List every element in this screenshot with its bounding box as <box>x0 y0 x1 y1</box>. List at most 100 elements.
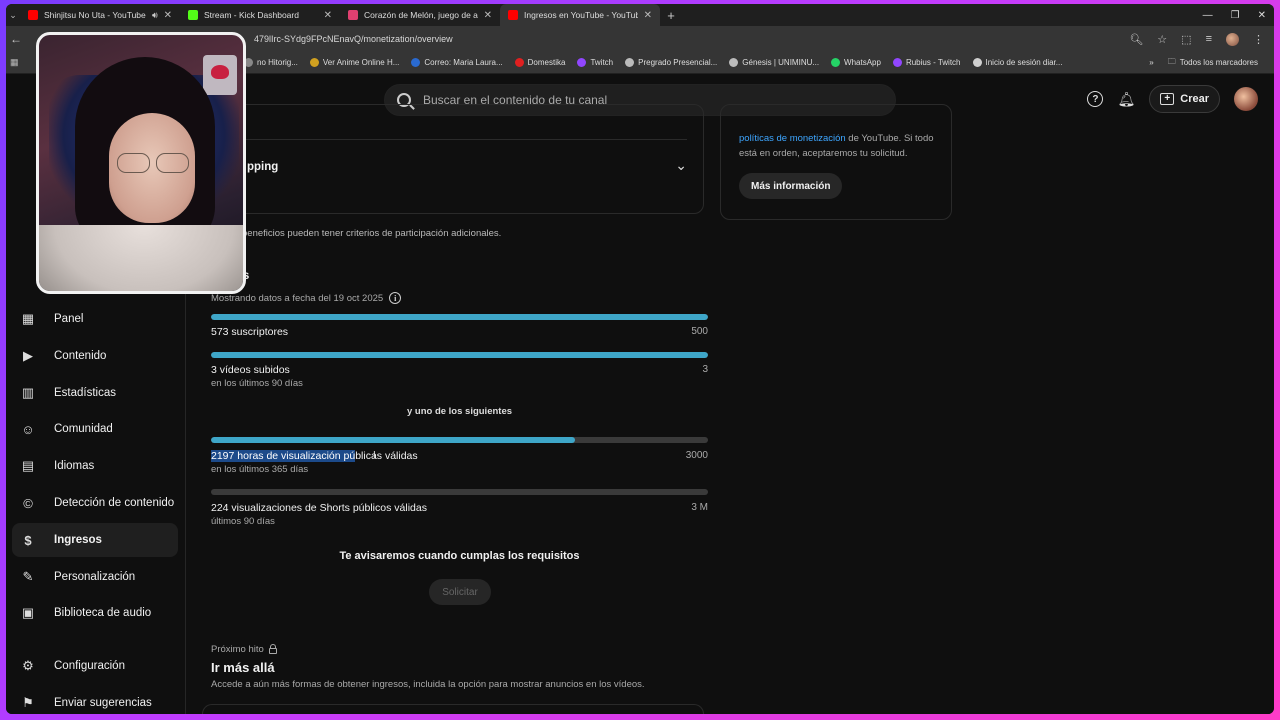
sidebar-item[interactable]: ▶ Contenido <box>12 339 178 373</box>
sidebar-item[interactable]: ⚑ Enviar sugerencias <box>12 686 178 714</box>
close-tab-icon[interactable]: ✕ <box>644 10 652 21</box>
bookmark-item[interactable]: no Hitorig... <box>244 58 298 67</box>
analytics-icon: ▥ <box>21 385 35 400</box>
videos-sub: en los últimos 90 días <box>211 378 303 389</box>
glasses <box>117 153 189 173</box>
sidebar-item-label: Enviar sugerencias <box>54 697 152 709</box>
bookmark-item[interactable]: Correo: Maria Laura... <box>411 58 503 67</box>
speaker-icon[interactable]: 🔊︎ <box>152 10 158 21</box>
notifications-bell-icon[interactable]: 🔔︎ <box>1117 91 1135 108</box>
browser-tab[interactable]: Corazón de Melón, juego de ar ✕ <box>340 4 500 26</box>
or-one-of-following: y uno de los siguientes <box>406 406 513 417</box>
bookmark-item[interactable]: Twitch <box>577 58 613 67</box>
all-bookmarks-label: Todos los marcadores <box>1179 58 1258 67</box>
media-control-icon[interactable]: ≡ <box>1206 33 1212 45</box>
bookmark-label: Pregrado Presencial... <box>638 58 718 67</box>
bookmark-favicon-icon <box>625 58 635 67</box>
bookmark-item[interactable]: Inicio de sesión diar... <box>972 58 1063 67</box>
sidebar-item[interactable]: ▤ Idiomas <box>12 449 178 483</box>
more-bookmarks-icon[interactable]: » <box>1149 58 1153 67</box>
restore-icon[interactable]: ❐ <box>1231 10 1240 21</box>
sidebar-item[interactable]: ▣ Biblioteca de audio <box>12 596 178 630</box>
sidebar-item[interactable]: ☺ Comunidad <box>12 412 178 446</box>
extensions-icon[interactable]: ⬚ <box>1181 33 1191 46</box>
sidebar-item-label: Idiomas <box>54 460 95 472</box>
monetization-policies-link[interactable]: políticas de monetización <box>739 133 846 144</box>
sidebar-item[interactable]: ✎ Personalización <box>12 560 178 594</box>
sidebar-item[interactable]: ▦ Panel <box>12 302 178 336</box>
help-icon[interactable]: ? <box>1087 91 1104 107</box>
customization-icon: ✎ <box>22 569 34 584</box>
browser-tab[interactable]: Stream - Kick Dashboard ✕ <box>180 4 340 26</box>
browser-tab-strip: ⌄ Shinjitsu No Uta - YouTube 🔊︎ ✕ Stream - … <box>6 4 1274 26</box>
sidebar-item[interactable]: $ Ingresos <box>12 523 178 557</box>
screen: ⌄ Shinjitsu No Uta - YouTube 🔊︎ ✕ Stream - … <box>6 4 1274 714</box>
tab-title: Shinjitsu No Uta - YouTube <box>44 10 146 20</box>
sidebar-item[interactable]: ⚙ Configuración <box>12 649 178 683</box>
more-info-button[interactable]: Más información <box>739 173 843 199</box>
card-divider <box>219 139 687 140</box>
progress-bar-watch-hours <box>211 437 708 443</box>
bookmark-label: WhatsApp <box>844 58 881 67</box>
url-field[interactable]: 479lIrc-SYdg9FPcNEnavQ/monetization/over… <box>254 34 453 44</box>
close-window-icon[interactable]: ✕ <box>1258 10 1266 21</box>
sidebar-item-label: Biblioteca de audio <box>54 607 152 619</box>
create-button[interactable]: + Crear <box>1149 85 1220 113</box>
close-tab-icon[interactable]: ✕ <box>484 10 492 21</box>
close-tab-icon[interactable]: ✕ <box>164 10 172 21</box>
bookmark-favicon-icon <box>892 58 902 67</box>
bookmark-label: Inicio de sesión diar... <box>985 58 1063 67</box>
bookmark-item[interactable]: WhatsApp <box>831 58 881 67</box>
sidebar-item-label: Ingresos <box>54 534 102 546</box>
apps-grid-icon[interactable]: ▦ <box>10 57 24 68</box>
bookmark-item[interactable]: Génesis | UNIMINU... <box>729 58 819 67</box>
benefits-note: beneficios pueden tener criterios de par… <box>242 228 502 239</box>
info-card-text-1: de YouTube. Si todo <box>845 133 934 144</box>
bookmark-item[interactable]: Rubius - Twitch <box>892 58 961 67</box>
person-shirt <box>39 225 243 291</box>
bookmark-label: Ver Anime Online H... <box>322 58 400 67</box>
tab-search-chevron-icon[interactable]: ⌄ <box>6 10 20 21</box>
tab-favicon-icon <box>348 10 358 20</box>
bookmark-star-icon[interactable]: ☆ <box>1157 33 1167 46</box>
subscribers-target: 500 <box>691 326 708 337</box>
apply-button[interactable]: Solicitar <box>429 579 491 605</box>
chevron-down-icon[interactable]: ⌄ <box>675 157 687 174</box>
bookmarks-right: » 🗀 Todos los marcadores <box>1149 56 1270 70</box>
progress-fill <box>211 314 708 320</box>
sidebar-item[interactable]: © Detección de contenido <box>12 486 178 520</box>
info-card: políticas de monetización de YouTube. Si… <box>720 104 952 220</box>
back-arrow-icon[interactable]: ← <box>6 32 26 46</box>
channel-avatar[interactable] <box>1234 87 1258 111</box>
progress-bar-shorts-views <box>211 489 708 495</box>
bookmark-label: Rubius - Twitch <box>905 58 961 67</box>
bookmark-label: no Hitorig... <box>257 58 298 67</box>
minimize-icon[interactable]: — <box>1203 10 1213 21</box>
new-tab-button[interactable]: + <box>660 8 682 23</box>
next-milestone-label: Próximo hito <box>211 644 277 655</box>
info-icon[interactable]: i <box>389 292 402 304</box>
bookmark-item[interactable]: Domestika <box>514 58 566 67</box>
browser-tab[interactable]: Shinjitsu No Uta - YouTube 🔊︎ ✕ <box>20 4 180 26</box>
browser-tab[interactable]: Ingresos en YouTube - YouTube ✕ <box>500 4 660 26</box>
dashboard-icon: ▦ <box>21 311 35 326</box>
all-bookmarks-folder[interactable]: 🗀 Todos los marcadores <box>1168 56 1258 70</box>
bookmark-item[interactable]: Pregrado Presencial... <box>625 58 717 67</box>
notify-message: Te avisaremos cuando cumplas los requisi… <box>339 550 580 562</box>
bookmark-label: Génesis | UNIMINU... <box>742 58 820 67</box>
bookmark-label: Domestika <box>527 58 566 67</box>
create-label: Crear <box>1180 93 1209 105</box>
close-tab-icon[interactable]: ✕ <box>324 10 332 21</box>
tab-favicon-icon <box>28 10 38 20</box>
folder-icon: 🗀 <box>1167 56 1176 66</box>
sidebar-item[interactable]: ▥ Estadísticas <box>12 376 178 410</box>
profile-avatar-icon[interactable] <box>1226 32 1239 46</box>
zoom-icon[interactable]: 🔍︎ <box>1129 33 1143 46</box>
address-bar-icons: 🔍︎ ☆ ⬚ ≡ ⋮ <box>1129 26 1264 52</box>
tab-favicon-icon <box>188 10 198 20</box>
next-milestone-text: Próximo hito <box>211 644 264 655</box>
progress-bar-subscribers <box>211 314 708 320</box>
shopping-title[interactable]: pping <box>247 161 278 173</box>
bookmark-item[interactable]: Ver Anime Online H... <box>309 58 400 67</box>
browser-menu-icon[interactable]: ⋮ <box>1253 33 1264 46</box>
